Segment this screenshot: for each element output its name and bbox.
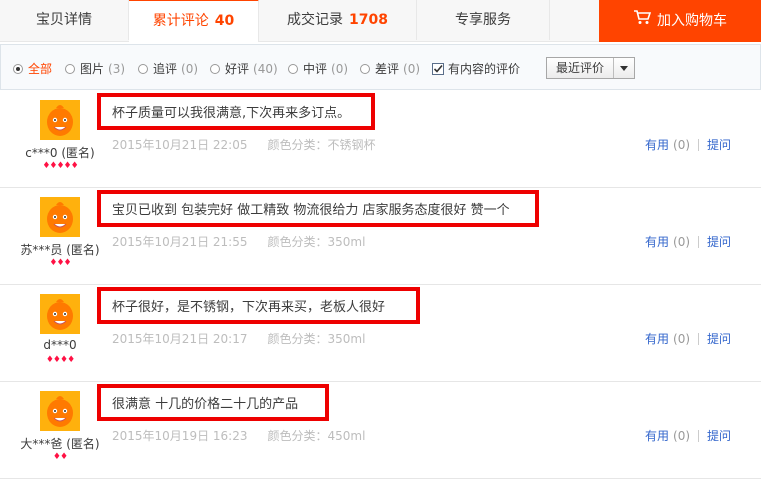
ask-button[interactable]: 提问	[707, 235, 731, 249]
tab-label: 成交记录	[287, 12, 344, 28]
review-actions: 有用 (0) 提问	[645, 136, 731, 153]
filter-neutral[interactable]: 中评 (0)	[288, 61, 348, 77]
useful-button[interactable]: 有用 (0)	[645, 138, 690, 152]
review-meta: 2015年10月19日 16:23 颜色分类：450ml	[112, 427, 365, 444]
tab-transactions[interactable]: 成交记录 1708	[259, 0, 417, 40]
filter-negative[interactable]: 差评 (0)	[360, 61, 420, 77]
tab-reviews[interactable]: 累计评论 40	[129, 0, 259, 42]
review-count: 40	[214, 13, 235, 29]
buyer-level-icon: ♦♦♦♦	[45, 355, 75, 365]
useful-button[interactable]: 有用 (0)	[645, 235, 690, 249]
radio-icon	[138, 64, 148, 74]
review-meta: 2015年10月21日 20:17 颜色分类：350ml	[112, 330, 365, 347]
review-sku: 颜色分类：350ml	[267, 332, 366, 346]
buyer-level-icon: ♦♦♦	[49, 258, 71, 268]
radio-icon	[210, 64, 220, 74]
tab-label: 宝贝详情	[36, 12, 92, 28]
divider	[698, 236, 700, 248]
review-sku: 颜色分类：450ml	[267, 429, 366, 443]
review-filter-bar: 全部 图片 (3) 追评 (0) 好评 (40) 中评 (0) 差评 (0) 有内容的评价…	[0, 44, 761, 90]
radio-icon	[13, 64, 23, 74]
review-row: 苏***员 (匿名) ♦♦♦ 宝贝已收到 包装完好 做工精致 物流很给力 店家服务态…	[0, 188, 761, 285]
cart-label: 加入购物车	[657, 13, 727, 29]
divider	[698, 430, 700, 442]
review-sku: 颜色分类：不锈钢杯	[267, 138, 376, 152]
radio-icon	[65, 64, 75, 74]
filter-positive[interactable]: 好评 (40)	[210, 61, 278, 77]
review-row: d***0 ♦♦♦♦ 杯子很好，是不锈钢，下次再来买，老板人很好 2015年10月21…	[0, 285, 761, 382]
review-date: 2015年10月19日 16:23	[112, 429, 248, 443]
filter-all[interactable]: 全部	[13, 61, 52, 77]
avatar	[40, 100, 80, 140]
reviewer-name[interactable]: c***0 (匿名)	[0, 144, 120, 161]
transaction-count: 1708	[349, 12, 388, 28]
sort-select[interactable]: 最近评价	[546, 57, 635, 79]
avatar	[40, 197, 80, 237]
cart-icon	[633, 0, 652, 42]
review-actions: 有用 (0) 提问	[645, 330, 731, 347]
ask-button[interactable]: 提问	[707, 332, 731, 346]
tab-label: 专享服务	[455, 12, 511, 28]
highlight-box	[97, 384, 329, 421]
sort-select-value: 最近评价	[556, 61, 605, 75]
filter-followup[interactable]: 追评 (0)	[138, 61, 198, 77]
tab-item-details[interactable]: 宝贝详情	[0, 0, 129, 40]
chevron-down-icon	[613, 58, 634, 78]
review-date: 2015年10月21日 21:55	[112, 235, 248, 249]
highlight-box	[97, 287, 420, 324]
review-date: 2015年10月21日 20:17	[112, 332, 248, 346]
highlight-box	[97, 93, 375, 130]
buyer-level-icon: ♦♦	[52, 452, 68, 462]
review-actions: 有用 (0) 提问	[645, 233, 731, 250]
radio-icon	[360, 64, 370, 74]
tab-services[interactable]: 专享服务	[417, 0, 550, 40]
avatar	[40, 391, 80, 431]
review-actions: 有用 (0) 提问	[645, 427, 731, 444]
review-meta: 2015年10月21日 22:05 颜色分类：不锈钢杯	[112, 136, 376, 153]
review-date: 2015年10月21日 22:05	[112, 138, 248, 152]
tab-label: 累计评论	[152, 13, 209, 29]
review-sku: 颜色分类：350ml	[267, 235, 366, 249]
ask-button[interactable]: 提问	[707, 138, 731, 152]
divider	[698, 139, 700, 151]
filter-images[interactable]: 图片 (3)	[65, 61, 125, 77]
highlight-box	[97, 190, 539, 227]
buyer-level-icon: ♦♦♦♦♦	[42, 161, 78, 171]
review-row: c***0 (匿名) ♦♦♦♦♦ 杯子质量可以我很满意,下次再来多订点。 2015年1…	[0, 91, 761, 188]
review-row: 大***爸 (匿名) ♦♦ 很满意 十几的价格二十几的产品 2015年10月19日 1…	[0, 382, 761, 479]
radio-icon	[288, 64, 298, 74]
avatar	[40, 294, 80, 334]
reviewer-name[interactable]: 苏***员 (匿名)	[0, 241, 120, 258]
useful-button[interactable]: 有用 (0)	[645, 429, 690, 443]
divider	[698, 333, 700, 345]
ask-button[interactable]: 提问	[707, 429, 731, 443]
useful-button[interactable]: 有用 (0)	[645, 332, 690, 346]
checkbox-checked-icon	[432, 63, 444, 75]
add-to-cart-button[interactable]: 加入购物车	[599, 0, 761, 42]
review-meta: 2015年10月21日 21:55 颜色分类：350ml	[112, 233, 365, 250]
filter-has-content[interactable]: 有内容的评价	[432, 61, 520, 77]
reviewer-name[interactable]: d***0	[0, 338, 120, 352]
reviewer-name[interactable]: 大***爸 (匿名)	[0, 435, 120, 452]
